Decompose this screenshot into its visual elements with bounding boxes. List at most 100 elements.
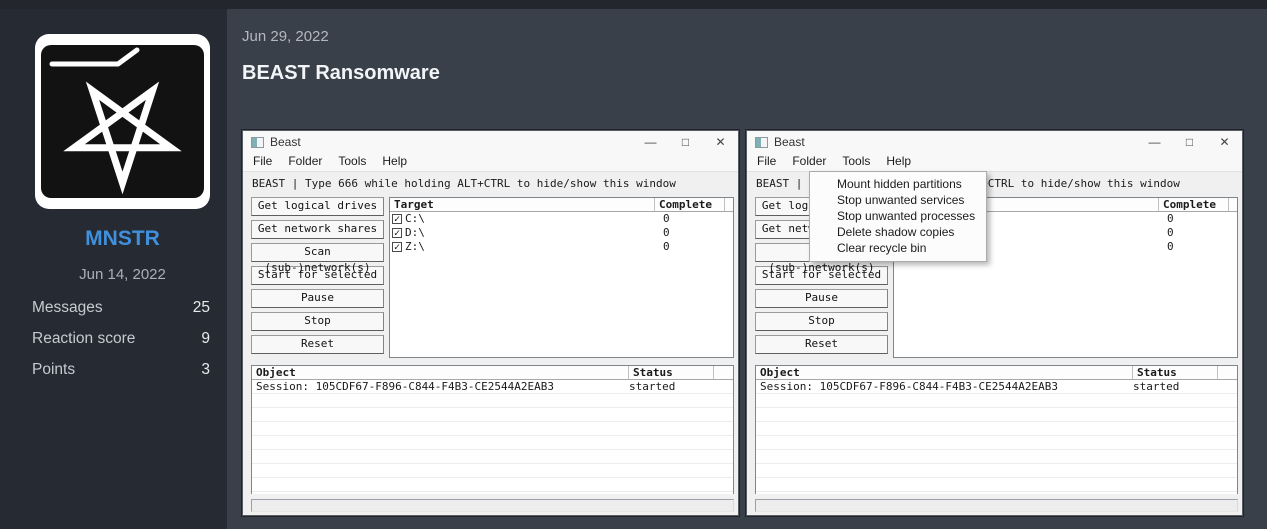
column-status[interactable]: Status <box>1133 366 1218 379</box>
minimize-button[interactable]: — <box>633 131 668 153</box>
close-button[interactable]: ✕ <box>1207 131 1242 153</box>
object-list-header: Object Status <box>252 366 733 380</box>
post-title: BEAST Ransomware <box>242 62 440 85</box>
progress-bar <box>251 499 734 512</box>
complete-value: 0 <box>663 240 670 254</box>
object-list: Object Status Session: 105CDF67-F896-C84… <box>755 365 1238 494</box>
user-sidebar: MNSTR Jun 14, 2022 Messages 25 Reaction … <box>0 9 227 529</box>
complete-value: 0 <box>663 212 670 226</box>
menu-tools[interactable]: Tools <box>834 153 878 171</box>
session-row[interactable]: Session: 105CDF67-F896-C844-F4B3-CE2544A… <box>756 380 1237 394</box>
stat-label: Points <box>32 361 75 379</box>
stat-row-reaction-score: Reaction score 9 <box>32 330 210 348</box>
pause-button[interactable]: Pause <box>755 289 888 308</box>
complete-value: 0 <box>1167 240 1174 254</box>
object-rows: Session: 105CDF67-F896-C844-F4B3-CE2544A… <box>756 380 1237 494</box>
menu-item-stop-unwanted-services[interactable]: Stop unwanted services <box>810 192 986 208</box>
stat-value: 9 <box>201 330 210 348</box>
column-object[interactable]: Object <box>756 366 1133 379</box>
banner-text: BEAST | Type 666 while holding ALT+CTRL … <box>252 177 676 190</box>
stat-label: Messages <box>32 299 103 317</box>
get-network-shares-button[interactable]: Get network shares <box>251 220 384 239</box>
checkbox-checked-icon[interactable]: ✓ <box>392 228 402 238</box>
target-rows: ✓ C:\ 0 ✓ D:\ 0 ✓ Z:\ 0 <box>390 212 733 254</box>
post-date: Jun 29, 2022 <box>242 28 329 45</box>
top-strip <box>0 0 1267 9</box>
stat-row-points: Points 3 <box>32 361 210 379</box>
column-spacer <box>714 366 733 379</box>
start-for-selected-button[interactable]: Start for selected <box>251 266 384 285</box>
window-controls: — □ ✕ <box>633 131 738 153</box>
close-button[interactable]: ✕ <box>703 131 738 153</box>
column-complete[interactable]: Complete <box>1159 198 1229 211</box>
session-status: started <box>1129 380 1179 394</box>
target-list: Target Complete ✓ C:\ 0 ✓ D:\ 0 ✓ Z:\ <box>389 197 734 358</box>
column-target[interactable]: Target <box>390 198 655 211</box>
user-avatar[interactable] <box>35 34 210 209</box>
column-object[interactable]: Object <box>252 366 629 379</box>
stat-row-messages: Messages 25 <box>32 299 210 317</box>
session-row[interactable]: Session: 105CDF67-F896-C844-F4B3-CE2544A… <box>252 380 733 394</box>
app-icon <box>755 137 768 148</box>
target-row[interactable]: ✓ D:\ 0 <box>390 226 733 240</box>
session-object: Session: 105CDF67-F896-C844-F4B3-CE2544A… <box>756 380 1129 394</box>
menu-item-clear-recycle-bin[interactable]: Clear recycle bin <box>810 240 986 256</box>
menu-help[interactable]: Help <box>374 153 415 171</box>
progress-bar <box>755 499 1238 512</box>
username-link[interactable]: MNSTR <box>35 227 210 251</box>
app-icon <box>251 137 264 148</box>
menu-tools[interactable]: Tools <box>330 153 374 171</box>
stop-button[interactable]: Stop <box>251 312 384 331</box>
menu-help[interactable]: Help <box>878 153 919 171</box>
stat-label: Reaction score <box>32 330 135 348</box>
window-title: Beast <box>774 135 805 149</box>
complete-value: 0 <box>1167 226 1174 240</box>
target-list-header: Target Complete <box>390 198 733 212</box>
column-spacer <box>1229 198 1237 211</box>
menu-folder[interactable]: Folder <box>280 153 330 171</box>
beast-window-2: Beast — □ ✕ File Folder Tools Help BEAST… <box>746 130 1243 516</box>
scan-subnetworks-button[interactable]: Scan (sub-)network(s) <box>251 243 384 262</box>
reset-button[interactable]: Reset <box>755 335 888 354</box>
folder-pentagram-icon <box>41 40 204 203</box>
column-spacer <box>725 198 733 211</box>
maximize-button[interactable]: □ <box>668 131 703 153</box>
column-status[interactable]: Status <box>629 366 714 379</box>
pause-button[interactable]: Pause <box>251 289 384 308</box>
stop-button[interactable]: Stop <box>755 312 888 331</box>
start-for-selected-button[interactable]: Start for selected <box>755 266 888 285</box>
forum-post-page: MNSTR Jun 14, 2022 Messages 25 Reaction … <box>0 0 1267 529</box>
menu-file[interactable]: File <box>749 153 784 171</box>
menu-item-mount-hidden-partitions[interactable]: Mount hidden partitions <box>810 176 986 192</box>
menu-item-stop-unwanted-processes[interactable]: Stop unwanted processes <box>810 208 986 224</box>
menubar: File Folder Tools Help <box>747 153 1242 172</box>
column-complete[interactable]: Complete <box>655 198 725 211</box>
target-row[interactable]: ✓ C:\ 0 <box>390 212 733 226</box>
tools-dropdown-menu: Mount hidden partitions Stop unwanted se… <box>809 171 987 262</box>
checkbox-checked-icon[interactable]: ✓ <box>392 214 402 224</box>
menubar: File Folder Tools Help <box>243 153 738 172</box>
window-controls: — □ ✕ <box>1137 131 1242 153</box>
checkbox-checked-icon[interactable]: ✓ <box>392 242 402 252</box>
object-rows: Session: 105CDF67-F896-C844-F4B3-CE2544A… <box>252 380 733 494</box>
maximize-button[interactable]: □ <box>1172 131 1207 153</box>
drive-label: D:\ <box>405 226 425 240</box>
drive-label: Z:\ <box>405 240 425 254</box>
menu-item-delete-shadow-copies[interactable]: Delete shadow copies <box>810 224 986 240</box>
get-logical-drives-button[interactable]: Get logical drives <box>251 197 384 216</box>
user-stats: Messages 25 Reaction score 9 Points 3 <box>32 299 210 392</box>
menu-folder[interactable]: Folder <box>784 153 834 171</box>
complete-value: 0 <box>663 226 670 240</box>
object-list-header: Object Status <box>756 366 1237 380</box>
action-buttons: Get logical drives Get network shares Sc… <box>251 197 384 358</box>
minimize-button[interactable]: — <box>1137 131 1172 153</box>
session-status: started <box>625 380 675 394</box>
menu-file[interactable]: File <box>245 153 280 171</box>
session-object: Session: 105CDF67-F896-C844-F4B3-CE2544A… <box>252 380 625 394</box>
object-list: Object Status Session: 105CDF67-F896-C84… <box>251 365 734 494</box>
reset-button[interactable]: Reset <box>251 335 384 354</box>
titlebar[interactable]: Beast — □ ✕ <box>747 131 1242 153</box>
stat-value: 25 <box>193 299 210 317</box>
target-row[interactable]: ✓ Z:\ 0 <box>390 240 733 254</box>
titlebar[interactable]: Beast — □ ✕ <box>243 131 738 153</box>
